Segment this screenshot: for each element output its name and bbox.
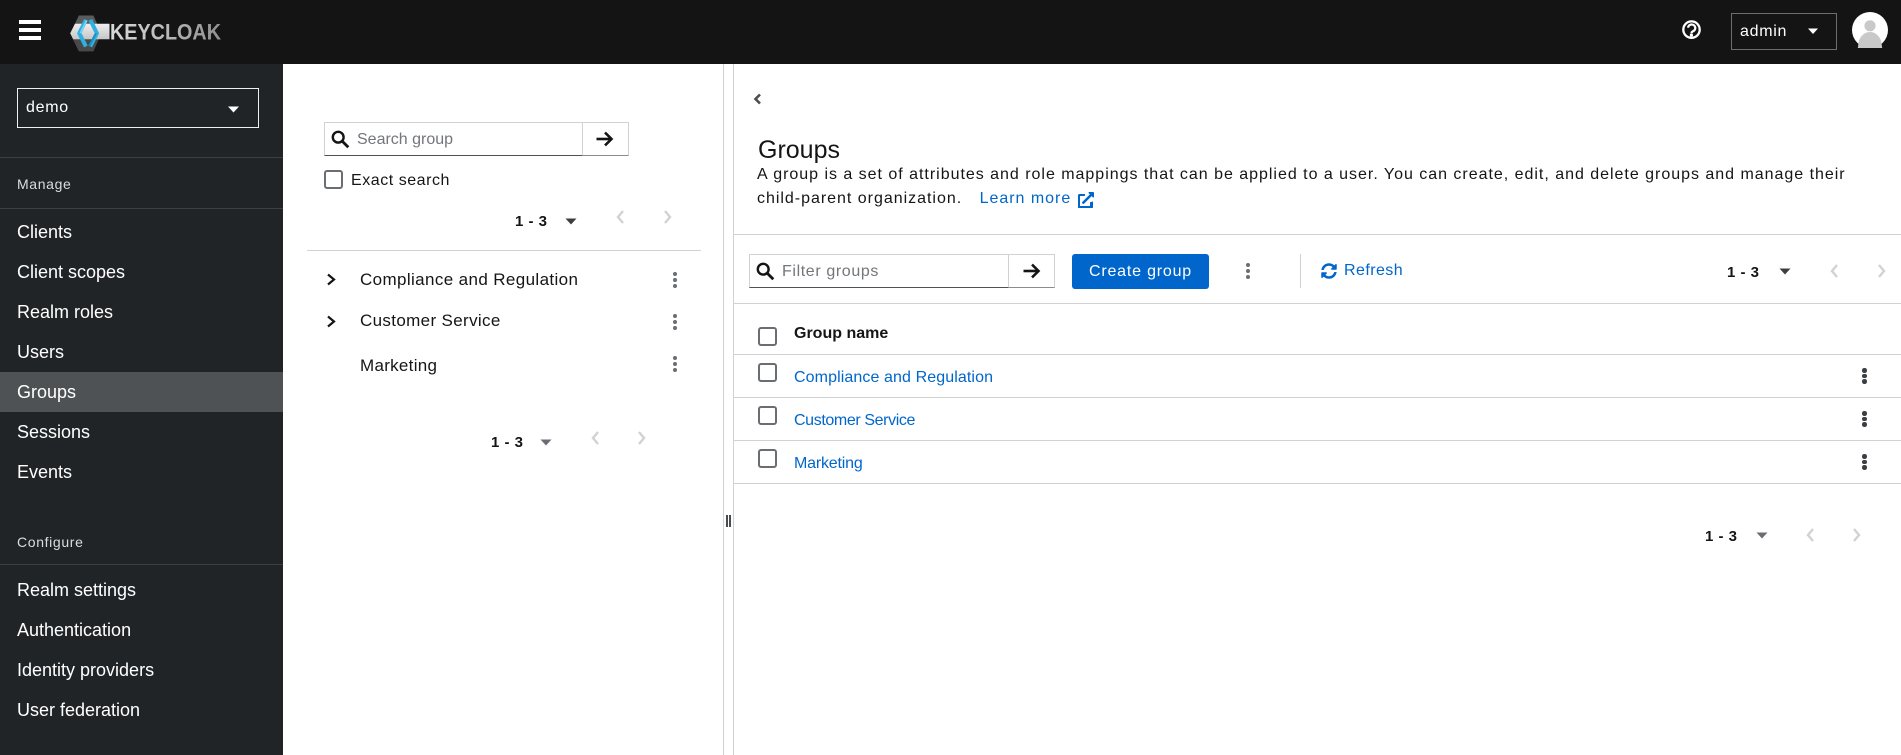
svg-text:KEYCLOAK: KEYCLOAK <box>110 20 222 45</box>
